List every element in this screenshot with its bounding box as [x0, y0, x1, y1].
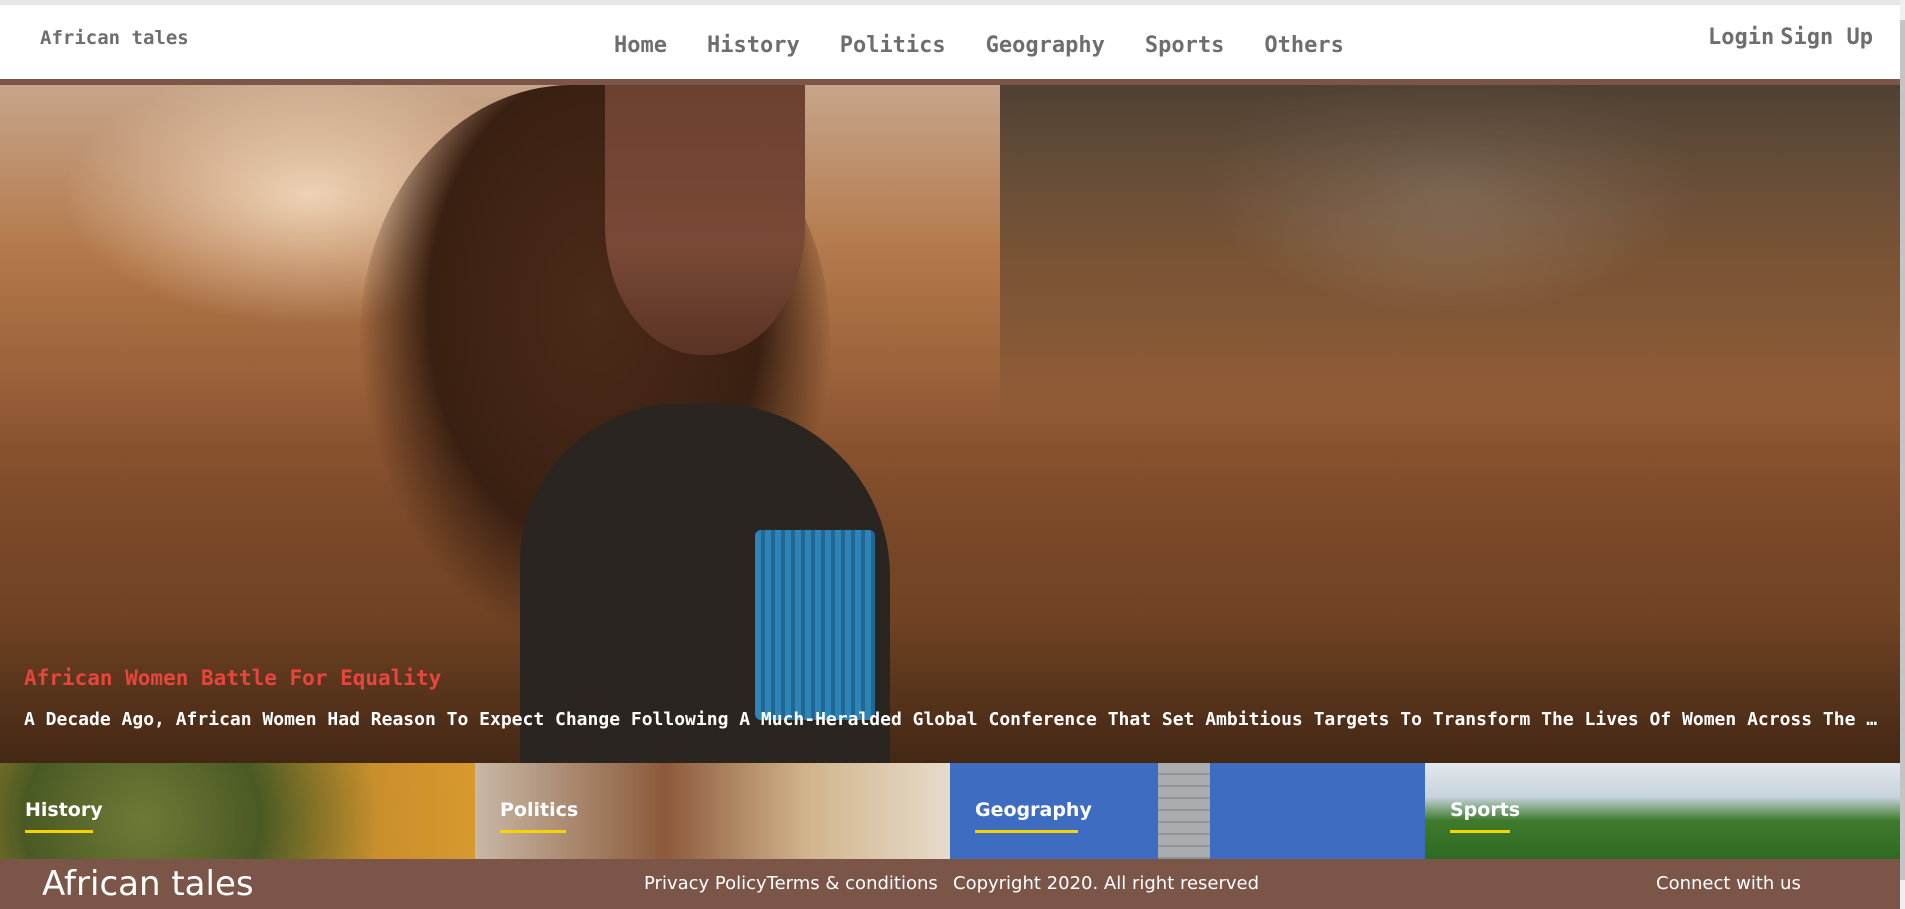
footer: African tales Privacy Policy Terms & con…: [0, 859, 1900, 909]
hero-shirt-print: [755, 530, 875, 720]
category-label: Geography: [975, 799, 1092, 821]
scrollbar-thumb[interactable]: [1900, 20, 1905, 880]
category-underline: [1450, 830, 1510, 833]
hero-woman-face: [605, 85, 805, 355]
terms-link[interactable]: Terms & conditions: [767, 873, 938, 894]
category-tiles: History Politics Geography Sports: [0, 763, 1900, 859]
nav-geography[interactable]: Geography: [986, 33, 1105, 58]
signup-link[interactable]: Sign Up: [1780, 25, 1873, 50]
category-label: Politics: [500, 799, 579, 821]
nav-history[interactable]: History: [707, 33, 800, 58]
privacy-policy-link[interactable]: Privacy Policy: [644, 873, 767, 894]
nav-home[interactable]: Home: [614, 33, 667, 58]
nav-others[interactable]: Others: [1264, 33, 1343, 58]
monument-image: [1158, 763, 1210, 859]
hero-banner[interactable]: African Women Battle For Equality A Deca…: [0, 85, 1900, 763]
footer-links: Privacy Policy Terms & conditions: [644, 873, 938, 894]
scrollbar[interactable]: [1900, 0, 1905, 909]
copyright-text: Copyright 2020. All right reserved: [953, 873, 1260, 894]
hero-title[interactable]: African Women Battle For Equality: [24, 666, 441, 690]
main-nav: Home History Politics Geography Sports O…: [614, 33, 1384, 58]
category-sports[interactable]: Sports: [1425, 763, 1900, 859]
category-history[interactable]: History: [0, 763, 475, 859]
login-link[interactable]: Login: [1708, 25, 1774, 50]
category-politics[interactable]: Politics: [475, 763, 950, 859]
auth-links: Login Sign Up: [1708, 25, 1873, 50]
hero-grass: [0, 385, 1900, 763]
category-underline: [500, 830, 566, 833]
footer-brand: African tales: [42, 864, 254, 904]
category-underline: [975, 830, 1078, 833]
connect-link[interactable]: Connect with us: [1656, 873, 1801, 894]
nav-politics[interactable]: Politics: [840, 33, 946, 58]
hero-description: A Decade Ago, African Women Had Reason T…: [24, 709, 1879, 730]
category-underline: [25, 830, 93, 833]
category-label: History: [25, 799, 103, 821]
hero-trees: [1000, 85, 1900, 415]
brand-logo[interactable]: African tales: [40, 27, 189, 49]
category-label: Sports: [1450, 799, 1521, 821]
navbar: African tales Home History Politics Geog…: [0, 5, 1905, 79]
nav-sports[interactable]: Sports: [1145, 33, 1224, 58]
category-geography[interactable]: Geography: [950, 763, 1425, 859]
